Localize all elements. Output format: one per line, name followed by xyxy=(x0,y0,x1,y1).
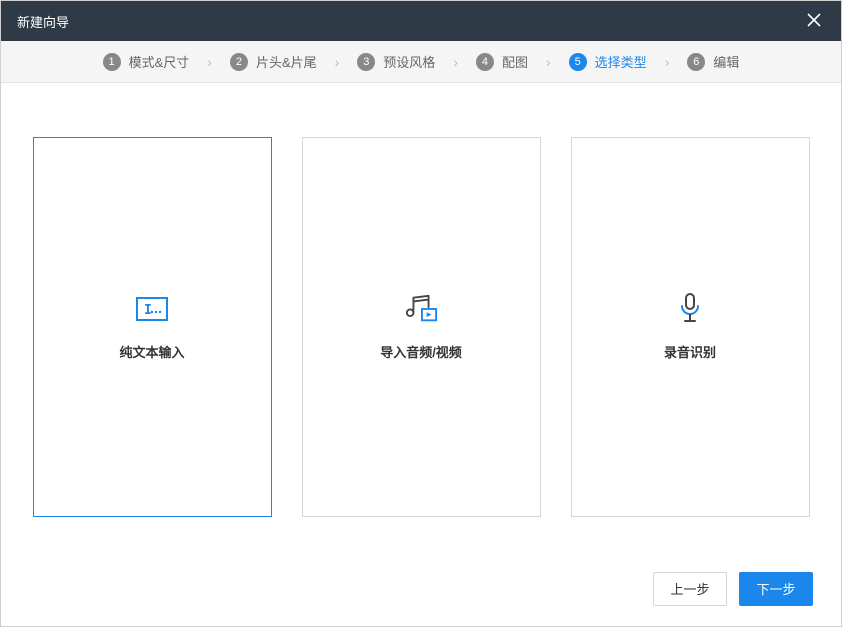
step-num: 2 xyxy=(230,53,248,71)
svg-text:I: I xyxy=(144,303,152,318)
card-label: 录音识别 xyxy=(664,342,716,361)
step-5[interactable]: 5 选择类型 xyxy=(565,52,651,71)
card-text-input[interactable]: I 纯文本输入 xyxy=(33,137,272,517)
step-num: 5 xyxy=(569,53,587,71)
step-label: 片头&片尾 xyxy=(256,52,317,71)
step-label: 编辑 xyxy=(713,52,739,71)
music-video-icon xyxy=(404,294,438,324)
card-record[interactable]: 录音识别 xyxy=(571,137,810,517)
step-num: 4 xyxy=(476,53,494,71)
card-label: 纯文本输入 xyxy=(119,342,184,361)
chevron-right-icon: › xyxy=(546,54,551,70)
step-6[interactable]: 6 编辑 xyxy=(683,52,743,71)
step-num: 6 xyxy=(687,53,705,71)
footer: 上一步 下一步 xyxy=(1,551,841,626)
text-input-icon: I xyxy=(135,294,169,324)
titlebar: 新建向导 xyxy=(1,1,841,41)
step-num: 3 xyxy=(357,53,375,71)
chevron-right-icon: › xyxy=(335,54,340,70)
step-label: 预设风格 xyxy=(383,52,435,71)
close-icon[interactable] xyxy=(803,8,825,34)
step-label: 选择类型 xyxy=(595,52,647,71)
card-label: 导入音频/视频 xyxy=(380,342,462,361)
step-2[interactable]: 2 片头&片尾 xyxy=(226,52,321,71)
step-3[interactable]: 3 预设风格 xyxy=(353,52,439,71)
step-4[interactable]: 4 配图 xyxy=(472,52,532,71)
next-button[interactable]: 下一步 xyxy=(739,572,813,606)
wizard-window: 新建向导 1 模式&尺寸 › 2 片头&片尾 › 3 预设风格 › 4 配图 › xyxy=(0,0,842,627)
step-num: 1 xyxy=(103,53,121,71)
chevron-right-icon: › xyxy=(207,54,212,70)
chevron-right-icon: › xyxy=(665,54,670,70)
microphone-icon xyxy=(673,294,707,324)
step-label: 模式&尺寸 xyxy=(129,52,190,71)
card-import-media[interactable]: 导入音频/视频 xyxy=(302,137,541,517)
window-title: 新建向导 xyxy=(17,12,69,31)
prev-button[interactable]: 上一步 xyxy=(653,572,727,606)
step-1[interactable]: 1 模式&尺寸 xyxy=(99,52,194,71)
step-label: 配图 xyxy=(502,52,528,71)
step-bar: 1 模式&尺寸 › 2 片头&片尾 › 3 预设风格 › 4 配图 › 5 选择… xyxy=(1,41,841,83)
chevron-right-icon: › xyxy=(453,54,458,70)
card-area: I 纯文本输入 导入音频/视频 xyxy=(1,83,841,551)
